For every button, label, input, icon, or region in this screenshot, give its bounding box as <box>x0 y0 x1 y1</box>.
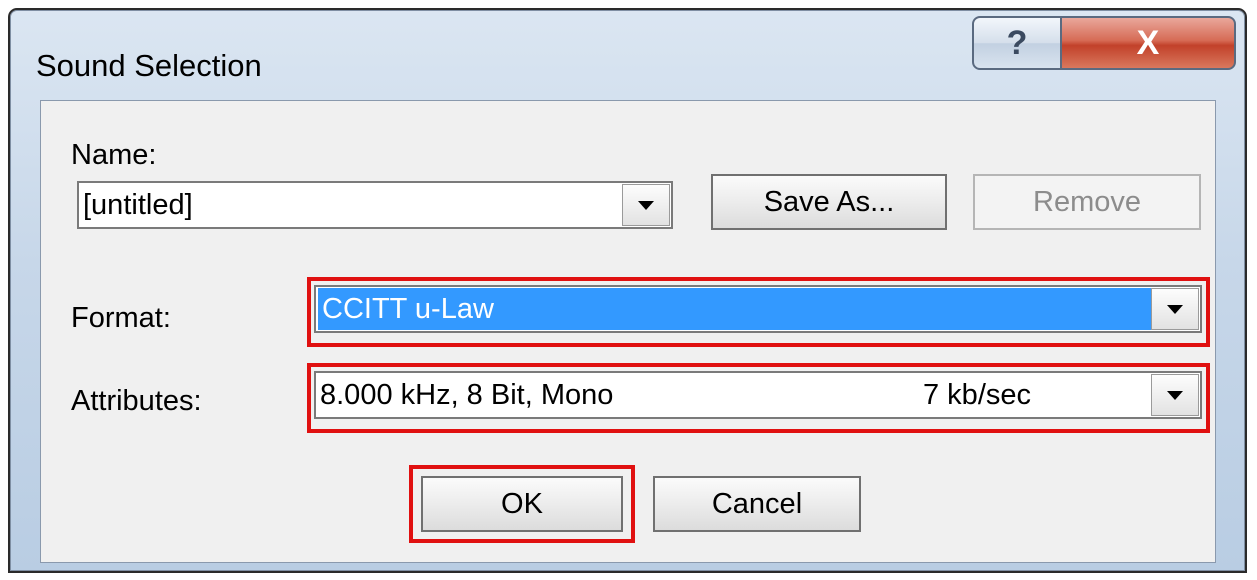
attributes-dropdown-button[interactable] <box>1151 374 1199 416</box>
close-icon: X <box>1136 23 1160 62</box>
chevron-down-icon <box>638 200 654 210</box>
chevron-down-icon <box>1167 390 1183 400</box>
attributes-value: 8.000 kHz, 8 Bit, Mono <box>320 378 614 411</box>
remove-button[interactable]: Remove <box>973 174 1201 230</box>
title-bar[interactable]: Sound Selection ? X <box>10 10 1245 96</box>
chevron-down-icon <box>1167 304 1183 314</box>
attributes-label: Attributes: <box>71 385 202 417</box>
help-icon: ? <box>1006 23 1028 62</box>
attributes-value-row: 8.000 kHz, 8 Bit, Mono 7 kb/sec <box>316 379 1151 412</box>
close-button[interactable]: X <box>1060 16 1236 70</box>
dialog-body: Name: [untitled] Save As... Remove Forma… <box>40 100 1216 563</box>
dialog-title: Sound Selection <box>36 48 262 83</box>
name-dropdown-button[interactable] <box>622 184 670 226</box>
ok-button[interactable]: OK <box>421 476 623 532</box>
sound-selection-dialog: Sound Selection ? X Name: [untitled] Sav… <box>8 8 1247 573</box>
format-dropdown-button[interactable] <box>1151 288 1199 330</box>
format-combobox[interactable]: CCITT u-Law <box>314 285 1202 333</box>
name-combobox[interactable]: [untitled] <box>77 181 673 229</box>
format-value: CCITT u-Law <box>318 288 1151 330</box>
name-label: Name: <box>71 139 157 171</box>
attributes-combobox[interactable]: 8.000 kHz, 8 Bit, Mono 7 kb/sec <box>314 371 1202 419</box>
help-button[interactable]: ? <box>972 16 1062 70</box>
cancel-button[interactable]: Cancel <box>653 476 861 532</box>
save-as-button[interactable]: Save As... <box>711 174 947 230</box>
name-value: [untitled] <box>83 188 193 221</box>
format-label: Format: <box>71 302 171 334</box>
attributes-rate: 7 kb/sec <box>923 378 1031 411</box>
